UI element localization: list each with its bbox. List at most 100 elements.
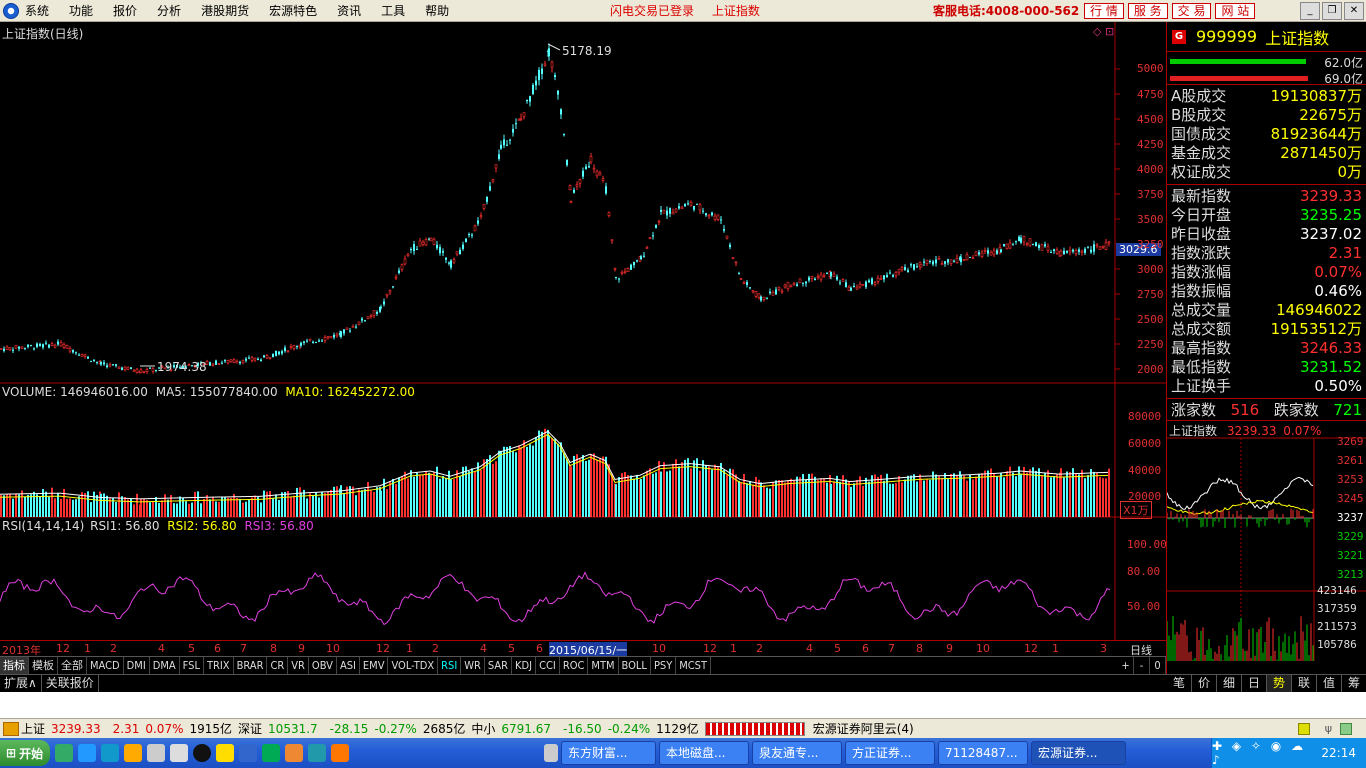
panel-tab[interactable]: 值 — [1317, 675, 1342, 692]
notepad-icon[interactable] — [170, 744, 188, 762]
menu-tools[interactable]: 工具 — [381, 2, 405, 19]
panel-tab[interactable]: 价 — [1192, 675, 1217, 692]
menu-hk-futures[interactable]: 港股期货 — [201, 2, 249, 19]
panel-tab[interactable]: 联 — [1292, 675, 1317, 692]
ie2-icon[interactable] — [262, 744, 280, 762]
indicator-tab[interactable]: RSI — [438, 657, 462, 674]
indicator-tab[interactable]: FSL — [180, 657, 204, 674]
indicator-tab[interactable]: 全部 — [58, 657, 87, 674]
keyboard-icon[interactable] — [544, 744, 558, 762]
indicator-tab[interactable]: 模板 — [29, 657, 58, 674]
indicator-tab[interactable]: CCI — [536, 657, 560, 674]
indicator-tab[interactable]: 指标 — [0, 657, 29, 674]
quote-button[interactable]: 行 情 — [1084, 2, 1124, 19]
chart-toggle-icons[interactable]: ◇ ⊡ — [1093, 25, 1114, 38]
task-eastmoney[interactable]: 东方财富... — [561, 741, 656, 765]
panel-tab[interactable]: 日 — [1242, 675, 1267, 692]
trade-button[interactable]: 交 易 — [1171, 2, 1212, 19]
smile-icon[interactable] — [124, 744, 142, 762]
indicator-tab[interactable]: PSY — [651, 657, 677, 674]
volume-bar — [923, 480, 925, 517]
indicator-tab[interactable]: TRIX — [204, 657, 234, 674]
volume-bar — [941, 477, 943, 517]
sz-quote[interactable]: 深证 10531.7 — [238, 720, 324, 737]
panel-tab[interactable]: 势 — [1267, 675, 1292, 692]
candle-body — [868, 280, 870, 283]
task-hongyuan[interactable]: 宏源证券... — [1031, 741, 1126, 765]
panel-tab[interactable]: 笔 — [1167, 675, 1192, 692]
kline-chart[interactable] — [0, 22, 1166, 640]
indicator-tab[interactable]: CR — [267, 657, 289, 674]
indicator-tab[interactable]: ASI — [337, 657, 360, 674]
indicator-tab[interactable]: SAR — [485, 657, 513, 674]
indicator-tab[interactable]: MACD — [87, 657, 124, 674]
zx-quote[interactable]: 中小 6791.67 — [471, 720, 557, 737]
candle-body — [385, 293, 389, 297]
menu-hongyuan[interactable]: 宏源特色 — [269, 2, 317, 19]
menu-info[interactable]: 资讯 — [337, 2, 361, 19]
indicator-tab[interactable]: EMV — [360, 657, 389, 674]
indicator-tab[interactable]: WR — [461, 657, 485, 674]
task-number[interactable]: 71128487... — [938, 741, 1028, 765]
indicator-tab[interactable]: BRAR — [234, 657, 268, 674]
related-quote-tab[interactable]: 关联报价 — [42, 675, 99, 692]
edge-icon[interactable] — [308, 744, 326, 762]
media-icon[interactable] — [101, 744, 119, 762]
start-button[interactable]: ⊞ 开始 — [0, 740, 50, 766]
mini-chart[interactable]: 上证指数 3239.33 0.07% 3269 3261 3253 3245 3237 3… — [1167, 421, 1366, 661]
volume-bar — [766, 487, 768, 517]
expand-tab[interactable]: 扩展∧ — [0, 675, 42, 692]
candle-body — [589, 156, 593, 163]
indicator-tab[interactable]: KDJ — [512, 657, 537, 674]
indicator-tab[interactable]: ROC — [560, 657, 589, 674]
task-localdisk[interactable]: 本地磁盘... — [659, 741, 749, 765]
indicator-tab[interactable]: MCST — [676, 657, 712, 674]
desktop-icon[interactable] — [55, 744, 73, 762]
folder-icon[interactable] — [216, 744, 234, 762]
indicator-tab[interactable]: OBV — [309, 657, 337, 674]
tray-icons[interactable]: ✚ ◈ ✧ ◉ ☁ ♪ — [1212, 739, 1311, 767]
minimize-icon[interactable]: _ — [1300, 1, 1320, 20]
candle-body — [557, 90, 559, 95]
chrome-icon[interactable] — [285, 744, 303, 762]
website-button[interactable]: 网 站 — [1215, 2, 1256, 19]
task-quanyou[interactable]: 泉友通专... — [752, 741, 842, 765]
stock-icon[interactable] — [147, 744, 165, 762]
candle-body — [605, 186, 607, 194]
zoom-button[interactable]: 0 — [1150, 657, 1166, 674]
indicator-tab[interactable]: DMI — [124, 657, 150, 674]
menu-function[interactable]: 功能 — [69, 2, 93, 19]
qq-icon[interactable] — [193, 744, 211, 762]
volume-bar — [1009, 466, 1011, 517]
menu-quote[interactable]: 报价 — [113, 2, 137, 19]
menu-analysis[interactable]: 分析 — [157, 2, 181, 19]
indicator-tab[interactable]: MTM — [588, 657, 619, 674]
notice-icon[interactable] — [1298, 722, 1310, 735]
task-founder[interactable]: 方正证券... — [845, 741, 935, 765]
indicator-tab[interactable]: VOL-TDX — [388, 657, 439, 674]
indicator-tab[interactable]: DMA — [150, 657, 180, 674]
volume-bar — [966, 480, 968, 517]
zoom-button[interactable]: - — [1134, 657, 1150, 674]
candle-body — [403, 258, 407, 265]
indicator-tab[interactable]: BOLL — [619, 657, 651, 674]
volume-bar — [87, 491, 89, 517]
indicator-tab[interactable]: VR — [288, 657, 309, 674]
g-icon[interactable]: G — [1172, 29, 1186, 44]
close-icon[interactable]: ✕ — [1344, 1, 1364, 20]
panel-tab[interactable]: 细 — [1217, 675, 1242, 692]
menu-help[interactable]: 帮助 — [425, 2, 449, 19]
ie-icon[interactable] — [78, 744, 96, 762]
menu-bar: 系统 功能 报价 分析 港股期货 宏源特色 资讯 工具 帮助 闪电交易已登录 上… — [0, 0, 1366, 22]
candle-body — [343, 329, 345, 334]
browser-icon[interactable] — [239, 744, 257, 762]
menu-system[interactable]: 系统 — [25, 2, 49, 19]
restore-icon[interactable]: ❐ — [1322, 1, 1342, 20]
sh-quote[interactable]: 上证 3239.33 — [21, 720, 107, 737]
app-icon[interactable] — [331, 744, 349, 762]
panel-tab[interactable]: 筹 — [1342, 675, 1366, 692]
zoom-button[interactable]: + — [1118, 657, 1134, 674]
chart-area[interactable]: 上证指数(日线) 5178.19 1974.38 3029.6 ◇ ⊡ 5000… — [0, 22, 1167, 640]
volume-bar — [693, 460, 695, 517]
service-button[interactable]: 服 务 — [1127, 2, 1168, 19]
